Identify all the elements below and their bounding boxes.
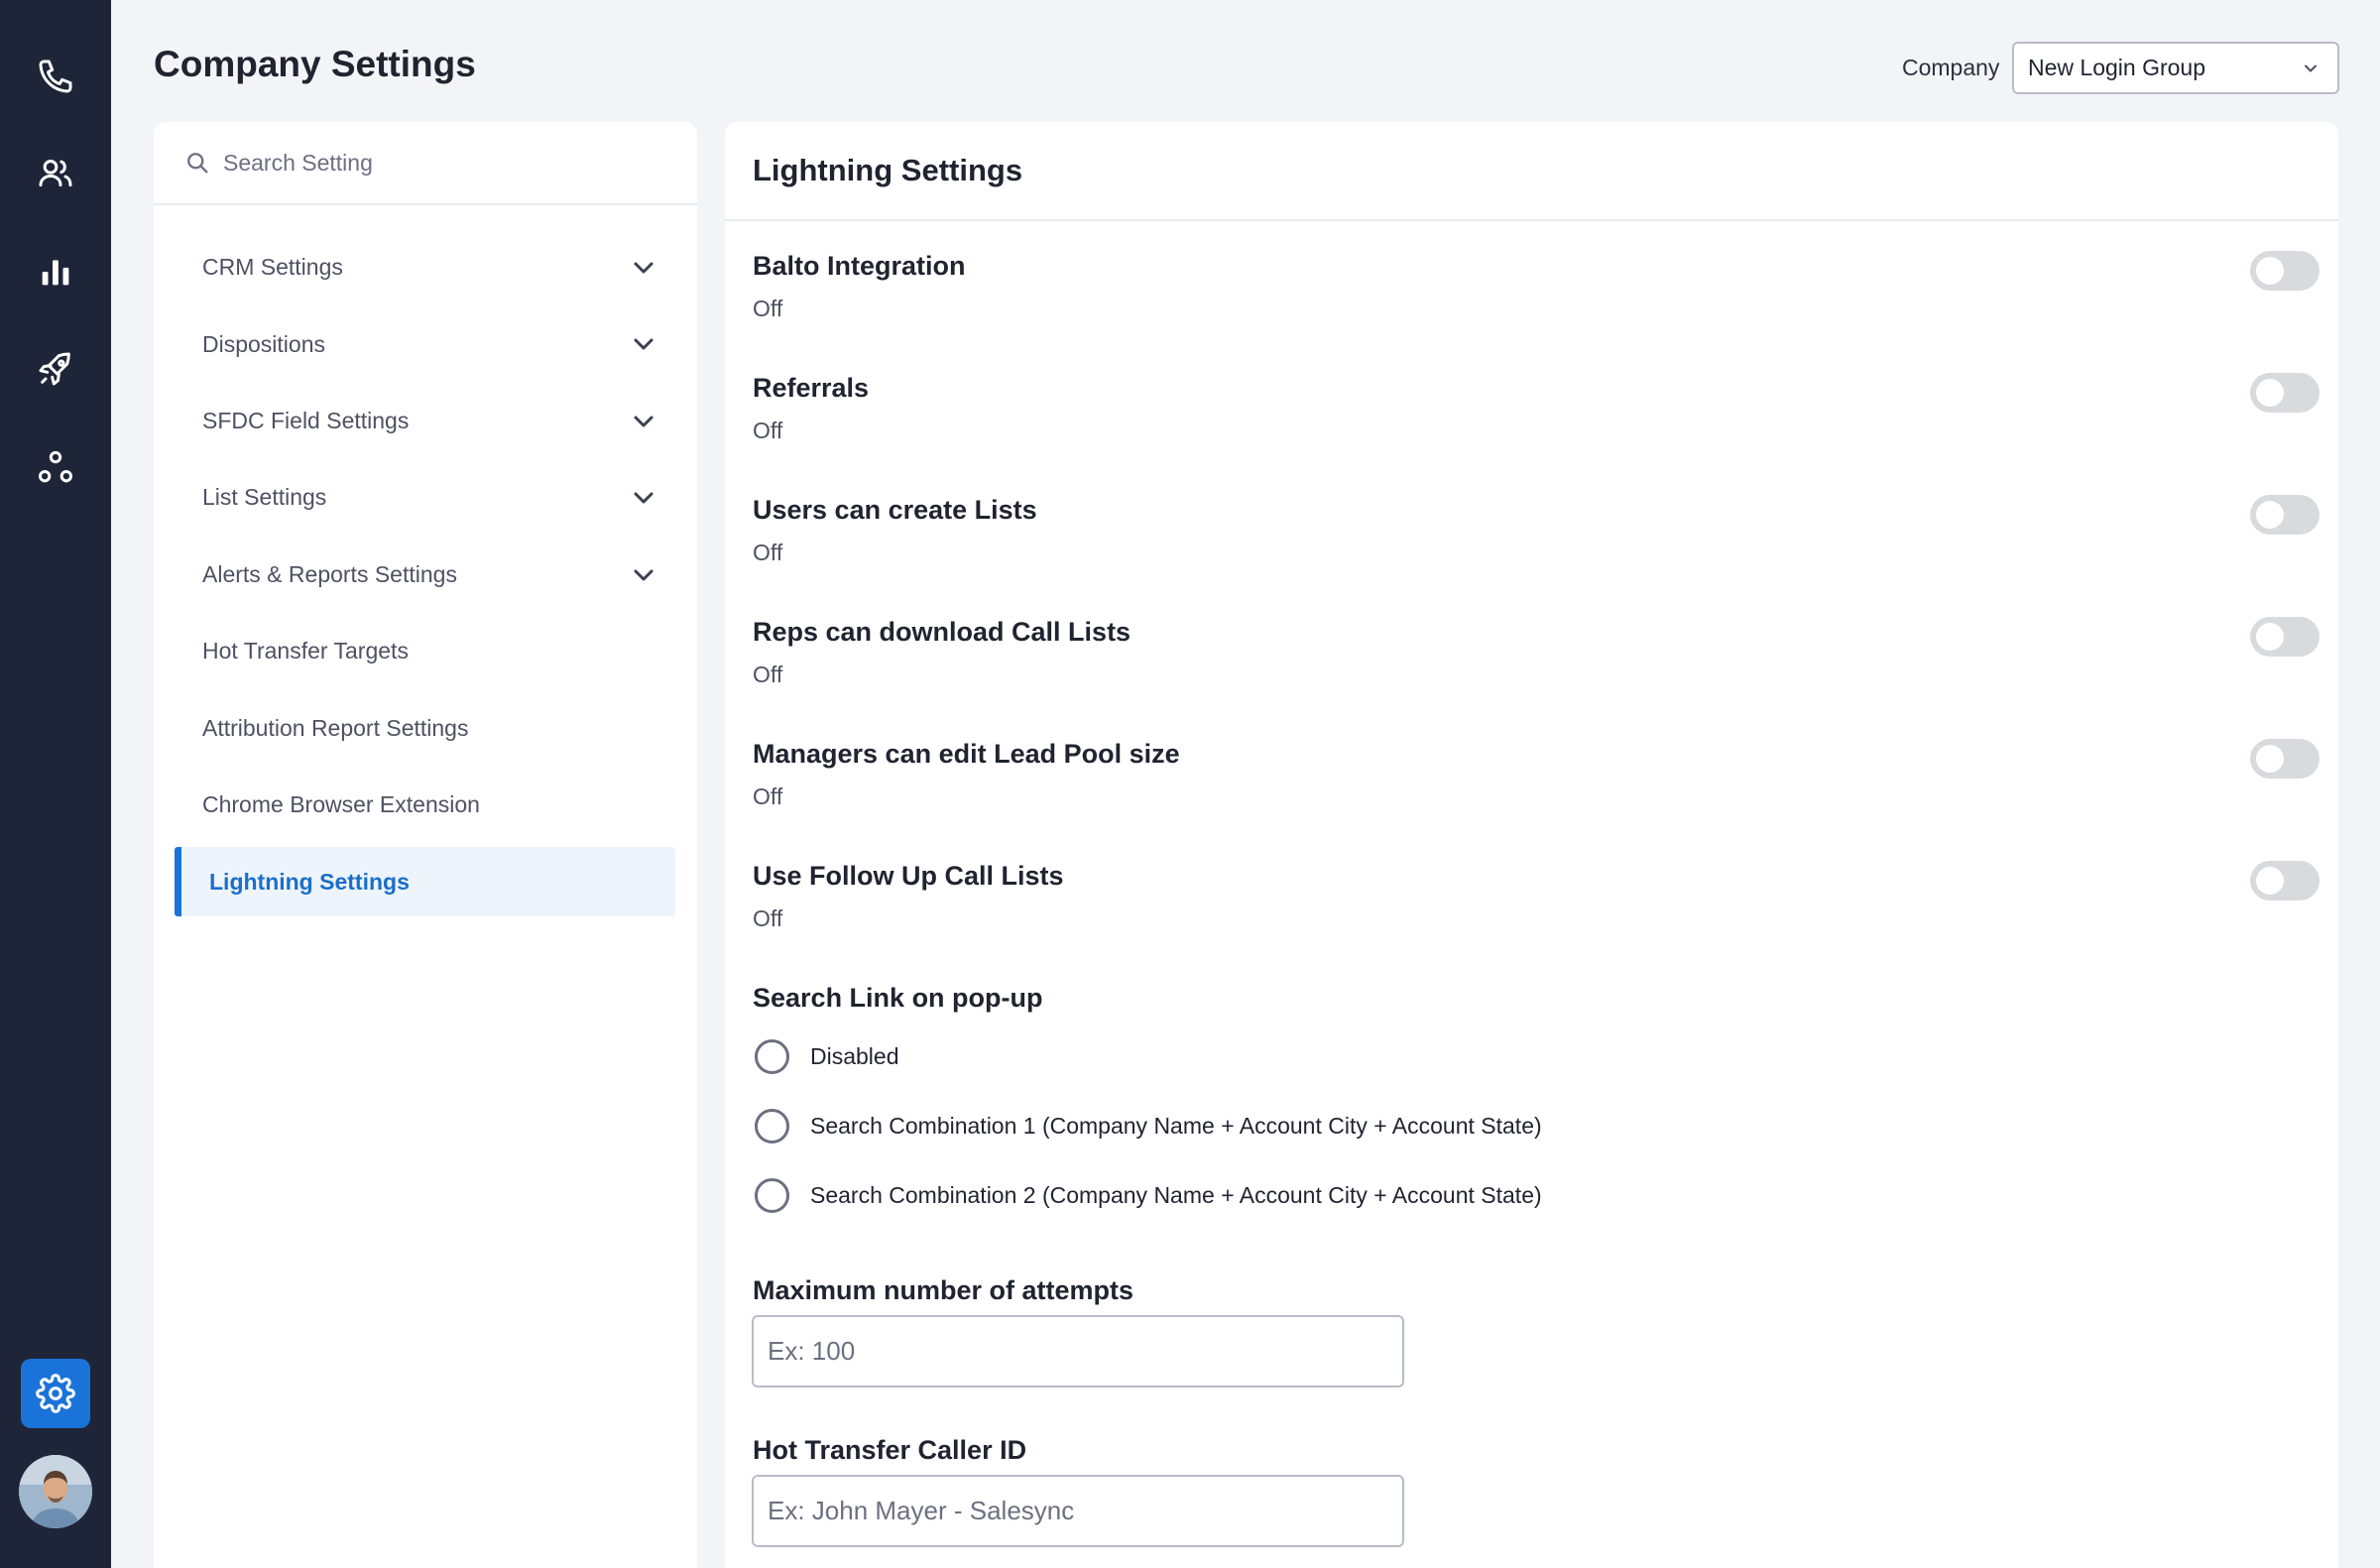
setting-use-follow-up-call-lists: Use Follow Up Call Lists Off [753,861,2320,970]
avatar[interactable] [19,1455,92,1528]
caller-id-label: Hot Transfer Caller ID [753,1435,1027,1465]
users-can-create-lists-toggle[interactable] [2250,495,2320,535]
max-attempts-input[interactable] [752,1315,1404,1387]
left-rail [0,0,111,1568]
org-chart-icon[interactable] [28,439,83,495]
nav-item-dispositions[interactable]: Dispositions [154,305,697,382]
setting-users-can-create-lists: Users can create Lists Off [753,495,2320,604]
settings-button[interactable] [21,1359,90,1428]
setting-status: Off [753,296,783,321]
chevron-down-icon [634,569,654,581]
panel-title: Lightning Settings [725,122,2338,221]
settings-nav: CRM Settings Dispositions SFDC Field Set… [154,122,697,1568]
settings-nav-list: CRM Settings Dispositions SFDC Field Set… [154,229,697,917]
chevron-down-icon [2305,64,2317,72]
nav-item-label: SFDC Field Settings [202,407,410,433]
nav-item-list-settings[interactable]: List Settings [154,459,697,536]
gear-icon [36,1374,75,1413]
nav-item-attribution-report-settings[interactable]: Attribution Report Settings [154,689,697,766]
rocket-icon[interactable] [28,341,83,397]
caller-id-input[interactable] [752,1475,1404,1547]
company-select[interactable]: New Login Group [2012,42,2339,94]
nav-item-lightning-settings[interactable]: Lightning Settings [175,847,675,917]
chevron-down-icon [634,338,654,350]
radio-button[interactable] [755,1177,789,1213]
nav-item-label: Hot Transfer Targets [202,638,409,664]
search-icon [187,153,208,174]
setting-referrals: Referrals Off [753,373,2320,482]
search-link-option-combination-2[interactable]: Search Combination 2 (Company Name + Acc… [755,1175,1542,1215]
page-title: Company Settings [154,44,476,84]
setting-label: Balto Integration [753,251,966,281]
setting-label: Use Follow Up Call Lists [753,861,1064,891]
company-label: Company [1902,55,2000,80]
settings-search [154,122,697,205]
nav-item-label: Chrome Browser Extension [202,790,480,817]
setting-status: Off [753,662,783,687]
phone-icon[interactable] [28,49,83,104]
radio-button[interactable] [755,1108,789,1144]
max-attempts-label: Maximum number of attempts [753,1275,1134,1305]
lightning-settings-panel: Lightning Settings Balto Integration Off… [725,122,2338,1568]
managers-can-edit-lead-pool-size-toggle[interactable] [2250,739,2320,779]
nav-item-label: Lightning Settings [209,868,410,895]
company-select-value: New Login Group [2028,55,2205,80]
setting-managers-can-edit-lead-pool-size: Managers can edit Lead Pool size Off [753,739,2320,848]
nav-item-label: Dispositions [202,330,325,357]
bar-chart-icon[interactable] [28,244,83,300]
radio-button[interactable] [755,1038,789,1074]
setting-status: Off [753,540,783,565]
use-follow-up-call-lists-toggle[interactable] [2250,861,2320,901]
nav-item-label: List Settings [202,484,327,511]
setting-label: Managers can edit Lead Pool size [753,739,1180,769]
chevron-down-icon [634,492,654,504]
setting-status: Off [753,418,783,443]
referrals-toggle[interactable] [2250,373,2320,413]
setting-label: Users can create Lists [753,495,1037,525]
nav-item-label: Attribution Report Settings [202,714,469,741]
chevron-down-icon [634,416,654,427]
setting-status: Off [753,905,783,931]
reps-can-download-call-lists-toggle[interactable] [2250,617,2320,657]
nav-item-label: Alerts & Reports Settings [202,560,457,587]
radio-label: Search Combination 2 (Company Name + Acc… [810,1181,1542,1208]
balto-integration-toggle[interactable] [2250,251,2320,291]
nav-item-sfdc-field-settings[interactable]: SFDC Field Settings [154,383,697,459]
setting-reps-can-download-call-lists: Reps can download Call Lists Off [753,617,2320,726]
nav-item-chrome-browser-extension[interactable]: Chrome Browser Extension [154,767,697,843]
search-link-title: Search Link on pop-up [753,983,1043,1013]
setting-status: Off [753,784,783,809]
search-link-option-disabled[interactable]: Disabled [755,1036,899,1076]
contacts-icon[interactable] [28,146,83,201]
radio-label: Search Combination 1 (Company Name + Acc… [810,1112,1542,1139]
chevron-down-icon [634,262,654,274]
search-input[interactable] [223,149,640,177]
nav-item-label: CRM Settings [202,254,343,281]
nav-item-crm-settings[interactable]: CRM Settings [154,229,697,305]
radio-label: Disabled [810,1042,899,1069]
nav-item-hot-transfer-targets[interactable]: Hot Transfer Targets [154,613,697,689]
setting-label: Referrals [753,373,870,403]
setting-balto-integration: Balto Integration Off [753,251,2320,360]
nav-item-alerts-reports-settings[interactable]: Alerts & Reports Settings [154,537,697,613]
search-link-option-combination-1[interactable]: Search Combination 1 (Company Name + Acc… [755,1106,1542,1146]
setting-label: Reps can download Call Lists [753,617,1131,647]
